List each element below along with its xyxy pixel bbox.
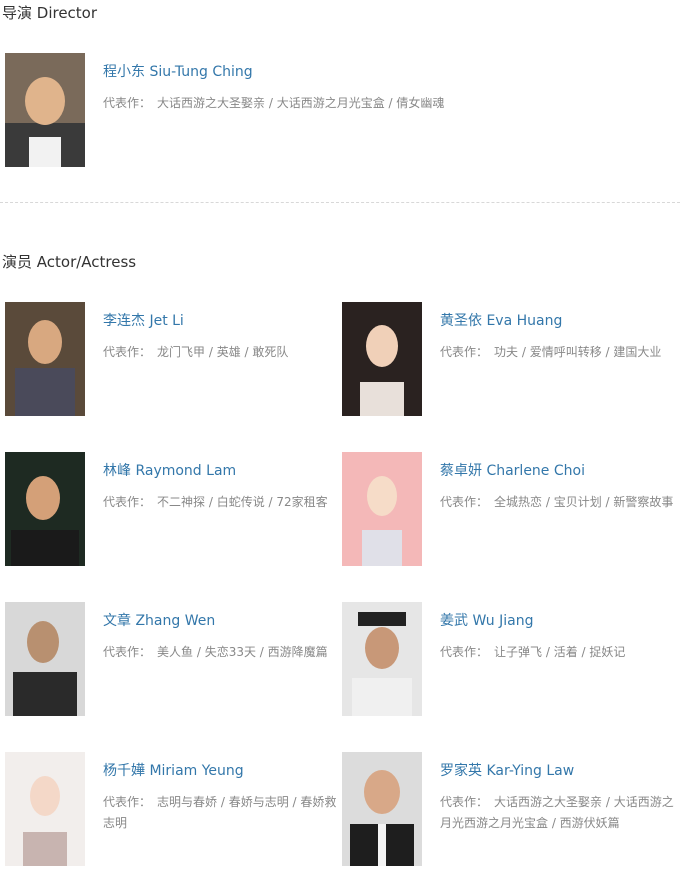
- cast-name-link[interactable]: 杨千嬅 Miriam Yeung: [103, 760, 244, 780]
- cast-card: 林峰 Raymond Lam 代表作： 不二神探 / 白蛇传说 / 72家租客: [5, 452, 335, 570]
- cast-photo[interactable]: [342, 602, 422, 716]
- portrait-image: [5, 302, 85, 416]
- cast-photo[interactable]: [5, 452, 85, 566]
- cast-works: 代表作： 龙门飞甲 / 英雄 / 敢死队: [103, 342, 343, 363]
- cast-card: 姜武 Wu Jiang 代表作： 让子弹飞 / 活着 / 捉妖记: [342, 602, 672, 720]
- portrait-image: [342, 302, 422, 416]
- cast-photo[interactable]: [5, 602, 85, 716]
- cast-name-link[interactable]: 姜武 Wu Jiang: [440, 610, 533, 630]
- works-label: 代表作：: [103, 645, 152, 659]
- works-list: 美人鱼 / 失恋33天 / 西游降魔篇: [157, 645, 328, 659]
- works-list: 全城热恋 / 宝贝计划 / 新警察故事: [494, 495, 674, 509]
- director-section-title: 导演 Director: [2, 4, 98, 22]
- works-list: 让子弹飞 / 活着 / 捉妖记: [494, 645, 626, 659]
- cast-photo[interactable]: [5, 302, 85, 416]
- works-label: 代表作：: [103, 345, 152, 359]
- cast-card: 蔡卓妍 Charlene Choi 代表作： 全城热恋 / 宝贝计划 / 新警察故…: [342, 452, 673, 570]
- cast-section-title: 演员 Actor/Actress: [2, 253, 137, 271]
- cast-works: 代表作： 功夫 / 爱情呼叫转移 / 建国大业: [440, 342, 680, 363]
- works-label: 代表作：: [103, 96, 152, 110]
- works-label: 代表作：: [440, 795, 489, 809]
- director-card: 程小东 Siu-Tung Ching 代表作： 大话西游之大圣娶亲 / 大话西游之…: [5, 53, 444, 171]
- cast-name-link[interactable]: 李连杰 Jet Li: [103, 310, 184, 330]
- cast-card: 文章 Zhang Wen 代表作： 美人鱼 / 失恋33天 / 西游降魔篇: [5, 602, 335, 720]
- portrait-image: [5, 602, 85, 716]
- director-photo[interactable]: [5, 53, 85, 167]
- cast-card: 杨千嬅 Miriam Yeung 代表作： 志明与春娇 / 春娇与志明 / 春娇救…: [5, 752, 336, 870]
- cast-photo[interactable]: [5, 752, 85, 866]
- portrait-image: [342, 452, 422, 566]
- works-list: 大话西游之大圣娶亲 / 大话西游之月光宝盒 / 倩女幽魂: [157, 96, 445, 110]
- director-works: 代表作： 大话西游之大圣娶亲 / 大话西游之月光宝盒 / 倩女幽魂: [103, 93, 503, 114]
- works-list: 不二神探 / 白蛇传说 / 72家租客: [157, 495, 328, 509]
- cast-works: 代表作： 大话西游之大圣娶亲 / 大话西游之月光西游之月光宝盒 / 西游伏妖篇: [440, 792, 680, 834]
- section-divider: [0, 202, 680, 203]
- works-label: 代表作：: [103, 795, 152, 809]
- works-label: 代表作：: [440, 345, 489, 359]
- cast-works: 代表作： 全城热恋 / 宝贝计划 / 新警察故事: [440, 492, 680, 513]
- cast-photo[interactable]: [342, 302, 422, 416]
- cast-card: 罗家英 Kar-Ying Law 代表作： 大话西游之大圣娶亲 / 大话西游之月光…: [342, 752, 674, 870]
- works-list: 功夫 / 爱情呼叫转移 / 建国大业: [494, 345, 662, 359]
- portrait-image: [5, 53, 85, 167]
- works-label: 代表作：: [103, 495, 152, 509]
- works-label: 代表作：: [440, 495, 489, 509]
- cast-name-link[interactable]: 林峰 Raymond Lam: [103, 460, 236, 480]
- portrait-image: [342, 602, 422, 716]
- portrait-image: [5, 452, 85, 566]
- cast-name-link[interactable]: 蔡卓妍 Charlene Choi: [440, 460, 585, 480]
- portrait-image: [5, 752, 85, 866]
- works-label: 代表作：: [440, 645, 489, 659]
- cast-name-link[interactable]: 黄圣依 Eva Huang: [440, 310, 562, 330]
- cast-photo[interactable]: [342, 452, 422, 566]
- cast-works: 代表作： 不二神探 / 白蛇传说 / 72家租客: [103, 492, 343, 513]
- cast-works: 代表作： 美人鱼 / 失恋33天 / 西游降魔篇: [103, 642, 343, 663]
- cast-card: 黄圣依 Eva Huang 代表作： 功夫 / 爱情呼叫转移 / 建国大业: [342, 302, 672, 420]
- cast-works: 代表作： 志明与春娇 / 春娇与志明 / 春娇救志明: [103, 792, 343, 834]
- works-list: 龙门飞甲 / 英雄 / 敢死队: [157, 345, 289, 359]
- cast-photo[interactable]: [342, 752, 422, 866]
- cast-card: 李连杰 Jet Li 代表作： 龙门飞甲 / 英雄 / 敢死队: [5, 302, 335, 420]
- cast-works: 代表作： 让子弹飞 / 活着 / 捉妖记: [440, 642, 680, 663]
- director-name-link[interactable]: 程小东 Siu-Tung Ching: [103, 61, 253, 81]
- cast-name-link[interactable]: 文章 Zhang Wen: [103, 610, 215, 630]
- cast-name-link[interactable]: 罗家英 Kar-Ying Law: [440, 760, 574, 780]
- portrait-image: [342, 752, 422, 866]
